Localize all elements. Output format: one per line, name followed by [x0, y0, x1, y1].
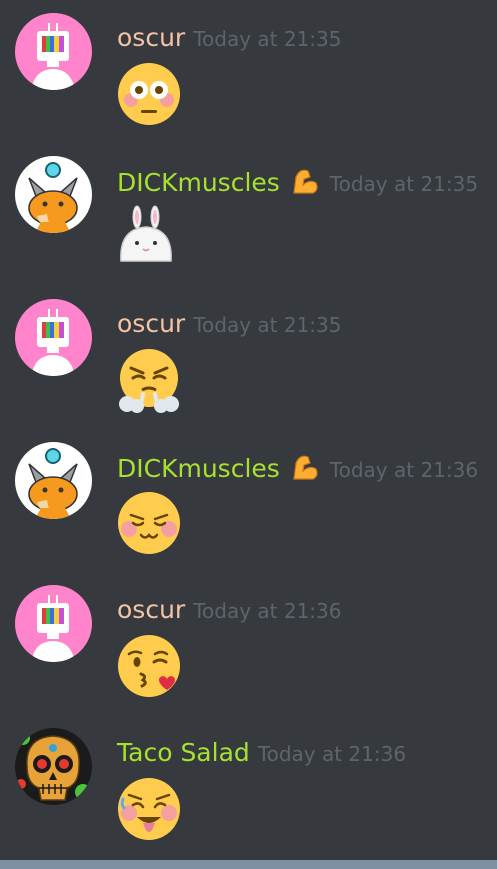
message-emoji	[115, 775, 183, 843]
timestamp: Today at 21:36	[193, 599, 342, 623]
timestamp: Today at 21:36	[329, 458, 479, 482]
message-header: DICKmuscles Today at 21:36	[117, 449, 478, 485]
avatar[interactable]	[15, 299, 92, 376]
fox-avatar-icon	[15, 442, 92, 519]
message: DICKmuscles Today at 21:35	[0, 143, 497, 273]
timestamp: Today at 21:35	[329, 172, 479, 196]
message-emoji	[115, 632, 183, 700]
message-header: oscur Today at 21:36	[117, 592, 342, 628]
message-header: Taco Salad Today at 21:36	[117, 735, 406, 771]
triumph-face-emoji-icon	[119, 349, 179, 413]
avatar[interactable]	[15, 728, 92, 805]
white-bunny-emoji-icon	[120, 205, 172, 262]
tv-head-robot-avatar-icon	[15, 585, 92, 662]
timestamp: Today at 21:36	[257, 742, 407, 766]
message: oscur Today at 21:36	[0, 572, 497, 702]
message-emoji	[115, 60, 183, 128]
ahegao-face-emoji-icon	[118, 778, 180, 840]
username[interactable]: oscur	[117, 595, 185, 624]
username[interactable]: oscur	[117, 309, 185, 338]
username[interactable]: Taco Salad	[117, 738, 250, 767]
tv-head-robot-avatar-icon	[15, 299, 92, 376]
flexed-biceps-icon	[293, 169, 318, 194]
message-emoji	[115, 203, 183, 271]
chat-messages: oscur Today at 21:35 DICKmuscles Today a…	[0, 0, 497, 860]
message-header: oscur Today at 21:35	[117, 20, 342, 56]
message: oscur Today at 21:35	[0, 0, 497, 130]
timestamp: Today at 21:35	[193, 27, 342, 51]
username[interactable]: oscur	[117, 23, 185, 52]
message-emoji	[115, 346, 183, 414]
sugar-skull-avatar-icon	[15, 728, 92, 805]
message-emoji	[115, 489, 183, 557]
avatar[interactable]	[15, 13, 92, 90]
kissing-face-emoji-icon	[118, 635, 180, 697]
flushed-face-emoji-icon	[118, 63, 180, 125]
fox-avatar-icon	[15, 156, 92, 233]
message-header: oscur Today at 21:35	[117, 306, 342, 342]
avatar[interactable]	[15, 156, 92, 233]
timestamp: Today at 21:35	[193, 313, 342, 337]
bottom-bar	[0, 860, 497, 869]
message: DICKmuscles Today at 21:36	[0, 429, 497, 559]
username[interactable]: DICKmuscles	[117, 168, 280, 197]
message-header: DICKmuscles Today at 21:35	[117, 163, 478, 199]
message: oscur Today at 21:35	[0, 286, 497, 416]
blushing-smile-emoji-icon	[118, 492, 180, 554]
flexed-biceps-icon	[293, 455, 318, 480]
avatar[interactable]	[15, 442, 92, 519]
tv-head-robot-avatar-icon	[15, 13, 92, 90]
username[interactable]: DICKmuscles	[117, 454, 280, 483]
message: Taco Salad Today at 21:36	[0, 715, 497, 845]
avatar[interactable]	[15, 585, 92, 662]
